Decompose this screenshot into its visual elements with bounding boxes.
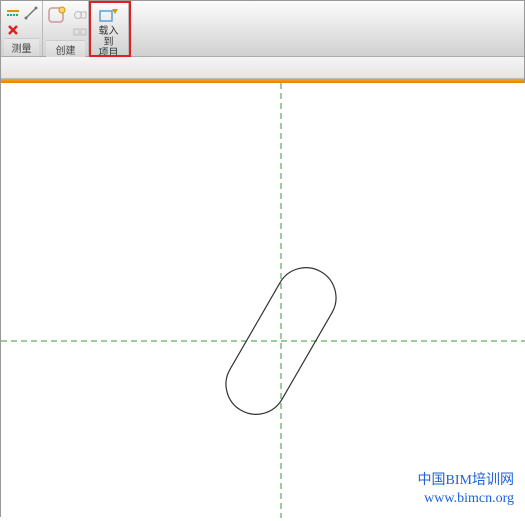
shape1-icon[interactable] (72, 7, 88, 23)
watermark-url: www.bimcn.org (418, 490, 514, 508)
shape2-icon[interactable] (72, 24, 88, 40)
ribbon-toolbar: 测量 创建 (1, 1, 524, 57)
drawing-canvas[interactable] (1, 83, 525, 518)
measure-tool-icon[interactable] (23, 5, 39, 21)
ribbon-group-family-editor: 载入到 项目中 族编辑器 (89, 1, 129, 56)
aligned-dimension-icon[interactable] (5, 5, 21, 21)
ribbon-group-measure: 测量 (1, 1, 43, 56)
tab-strip (1, 57, 524, 79)
component-icon (46, 5, 68, 25)
watermark-title: 中国BIM培训网 (418, 472, 514, 490)
canvas-svg (1, 83, 525, 518)
ribbon-group-create: 创建 (43, 1, 89, 56)
group-label-create: 创建 (46, 40, 85, 58)
group-label-measure: 测量 (4, 38, 39, 56)
delete-icon[interactable] (5, 22, 21, 38)
create-component-button[interactable] (44, 3, 70, 25)
load-into-project-icon (98, 5, 120, 25)
watermark: 中国BIM培训网 www.bimcn.org (418, 472, 514, 508)
